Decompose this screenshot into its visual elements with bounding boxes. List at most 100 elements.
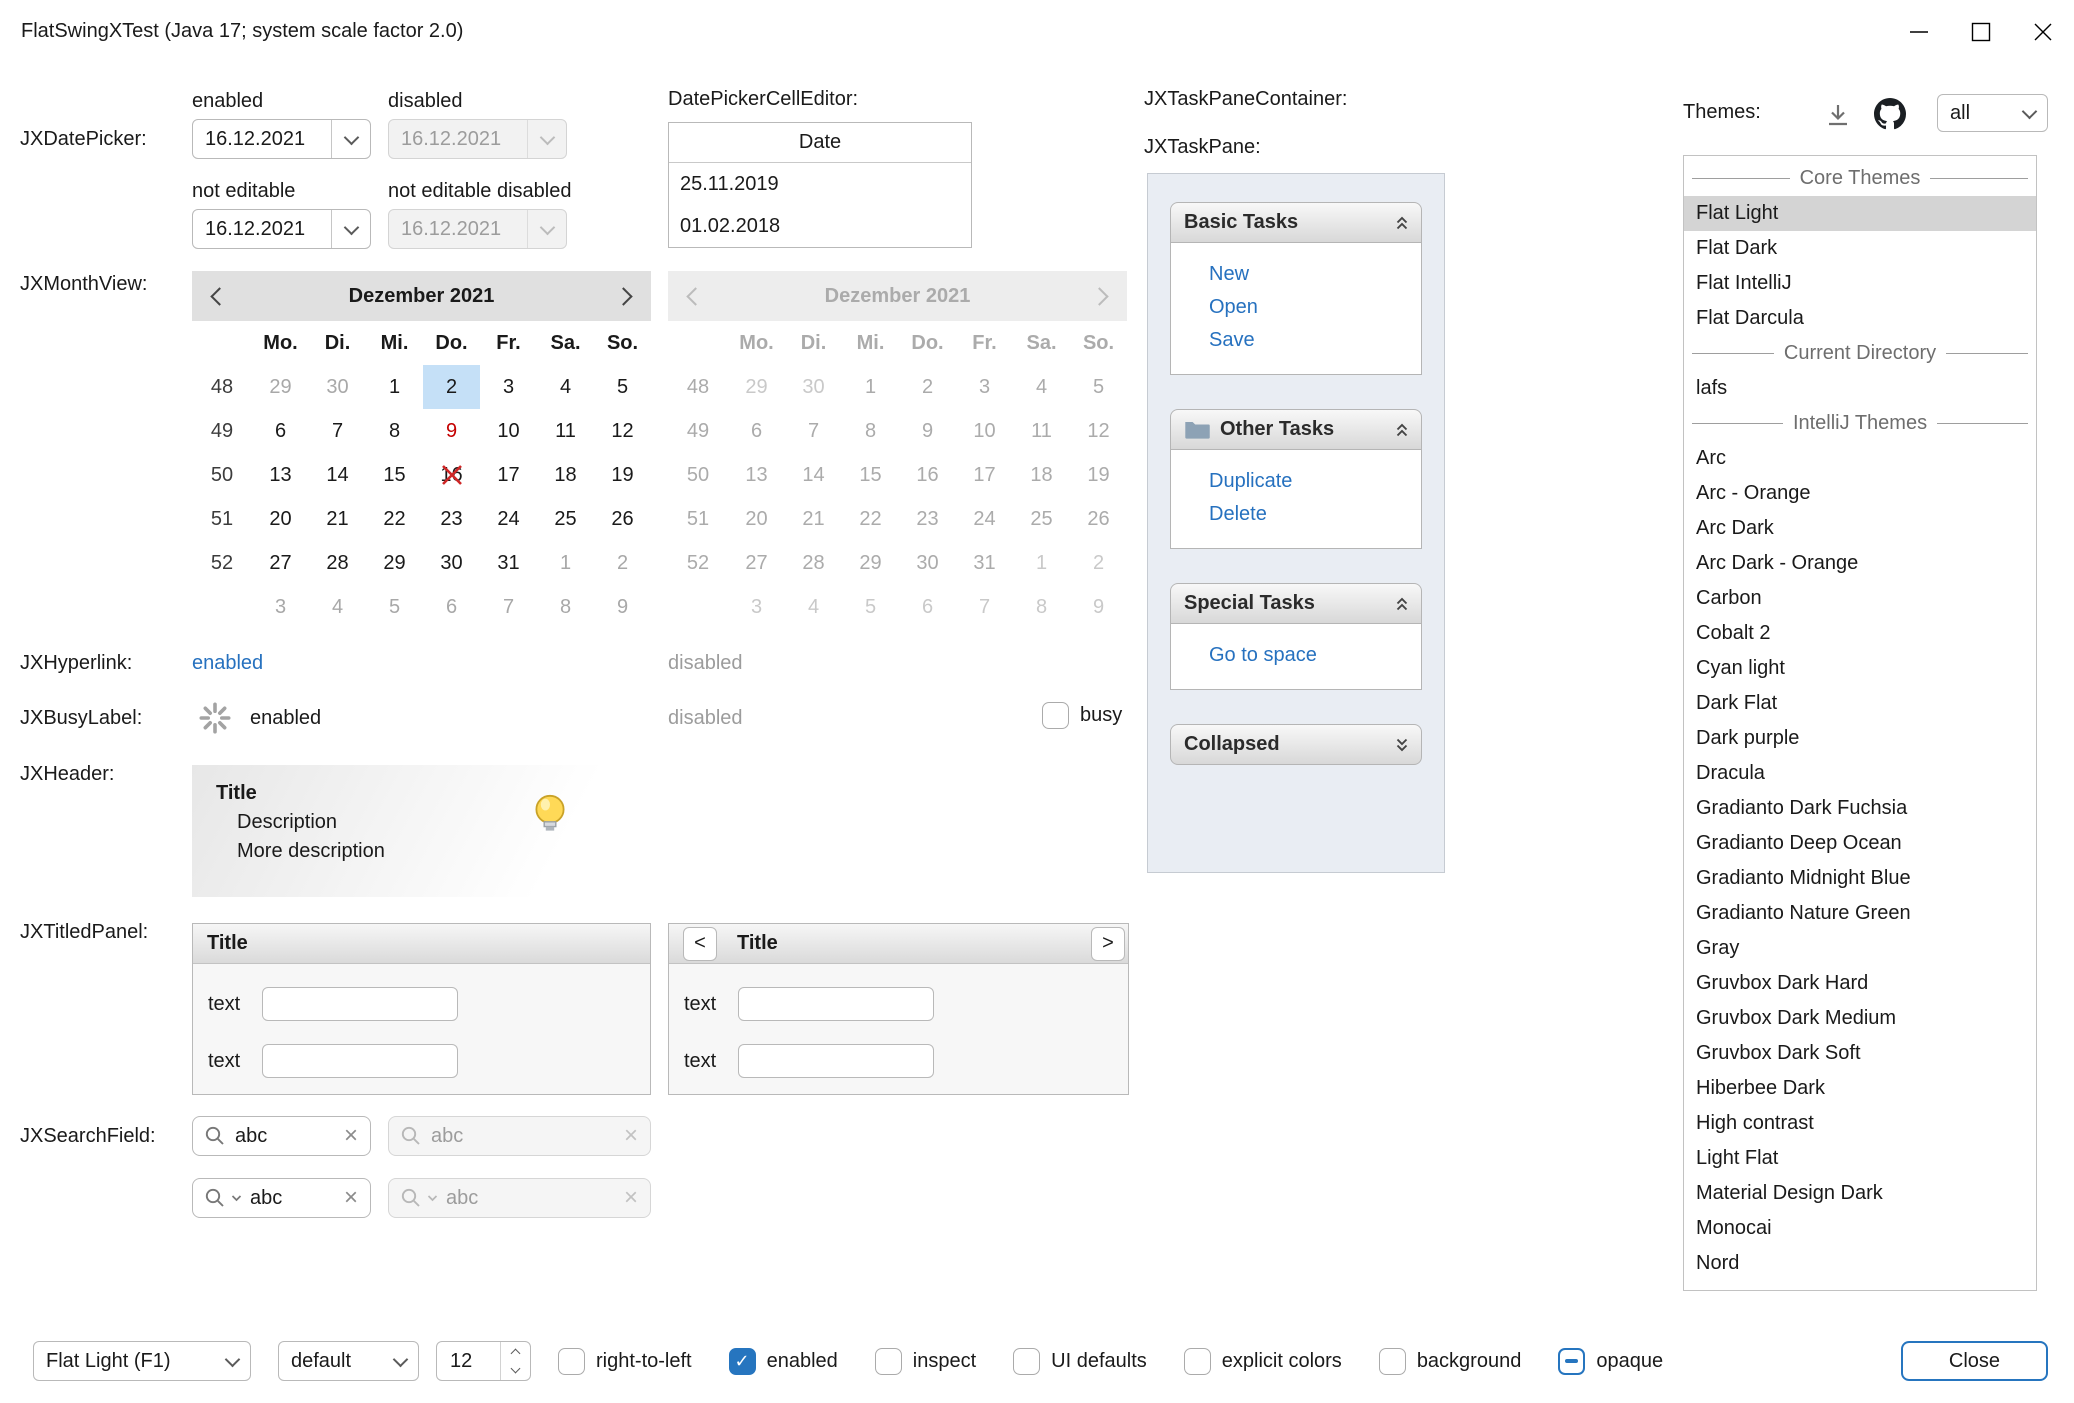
- table-row[interactable]: 25.11.2019: [669, 163, 971, 205]
- theme-list-item[interactable]: Dracula: [1684, 756, 2036, 791]
- calendar-day[interactable]: 29: [252, 365, 309, 409]
- hyperlink-enabled[interactable]: enabled: [192, 650, 263, 676]
- theme-list-item[interactable]: High contrast: [1684, 1106, 2036, 1141]
- calendar-day[interactable]: 1: [537, 541, 594, 585]
- calendar-day[interactable]: 8: [366, 409, 423, 453]
- close-button[interactable]: Close: [1901, 1341, 2048, 1381]
- spinner-up-button[interactable]: [501, 1342, 530, 1361]
- theme-list-item[interactable]: Dark Flat: [1684, 686, 2036, 721]
- taskpane-link[interactable]: Save: [1209, 329, 1411, 352]
- calendar-day[interactable]: 5: [366, 585, 423, 629]
- minimize-button[interactable]: [1888, 0, 1950, 63]
- datepicker-field[interactable]: 16.12.2021: [192, 209, 371, 249]
- maximize-button[interactable]: [1950, 0, 2012, 63]
- taskpane-link[interactable]: Delete: [1209, 503, 1411, 526]
- calendar-day[interactable]: 17: [480, 453, 537, 497]
- theme-list-item[interactable]: Gradianto Deep Ocean: [1684, 826, 2036, 861]
- theme-list-item[interactable]: Arc - Orange: [1684, 476, 2036, 511]
- theme-list-item[interactable]: Gruvbox Dark Hard: [1684, 966, 2036, 1001]
- calendar-day[interactable]: 6: [252, 409, 309, 453]
- calendar-day[interactable]: 23: [423, 497, 480, 541]
- checkbox-background[interactable]: background: [1379, 1348, 1522, 1375]
- calendar-day[interactable]: 4: [309, 585, 366, 629]
- calendar-day[interactable]: 8: [537, 585, 594, 629]
- theme-list-item[interactable]: Flat Darcula: [1684, 301, 2036, 336]
- calendar-day[interactable]: 15: [366, 453, 423, 497]
- clear-icon[interactable]: ×: [344, 1186, 358, 1210]
- calendar-day[interactable]: 18: [537, 453, 594, 497]
- theme-filter-combobox[interactable]: all: [1937, 94, 2048, 132]
- taskpane-link[interactable]: Go to space: [1209, 644, 1411, 667]
- checkbox-enabled[interactable]: ✓enabled: [729, 1348, 838, 1375]
- taskpane-link[interactable]: Open: [1209, 296, 1411, 319]
- github-icon[interactable]: [1874, 98, 1906, 130]
- calendar-day[interactable]: 6: [423, 585, 480, 629]
- theme-list-item[interactable]: Gradianto Dark Fuchsia: [1684, 791, 2036, 826]
- theme-list-item[interactable]: lafs: [1684, 371, 2036, 406]
- calendar-day[interactable]: 13: [252, 453, 309, 497]
- calendar-day[interactable]: 28: [309, 541, 366, 585]
- calendar-prev-button[interactable]: [192, 271, 244, 321]
- calendar-day[interactable]: 14: [309, 453, 366, 497]
- theme-list-item[interactable]: Cyan light: [1684, 651, 2036, 686]
- calendar-day[interactable]: 20: [252, 497, 309, 541]
- calendar-day[interactable]: 24: [480, 497, 537, 541]
- theme-list-item[interactable]: Flat Dark: [1684, 231, 2036, 266]
- checkbox-opaque[interactable]: opaque: [1558, 1348, 1663, 1375]
- calendar-day[interactable]: 12: [594, 409, 651, 453]
- theme-list-item[interactable]: Gradianto Nature Green: [1684, 896, 2036, 931]
- text-input[interactable]: [738, 1044, 934, 1078]
- text-input[interactable]: [262, 987, 458, 1021]
- calendar-day[interactable]: 16: [423, 453, 480, 497]
- calendar-day[interactable]: 30: [423, 541, 480, 585]
- laf-combobox[interactable]: Flat Light (F1): [33, 1341, 251, 1381]
- spinner-down-button[interactable]: [501, 1361, 530, 1380]
- calendar-day[interactable]: 22: [366, 497, 423, 541]
- titled-panel-right-button[interactable]: >: [1091, 927, 1125, 961]
- clear-icon[interactable]: ×: [344, 1124, 358, 1148]
- theme-list-item[interactable]: Dark purple: [1684, 721, 2036, 756]
- checkbox-right-to-left[interactable]: right-to-left: [558, 1348, 692, 1375]
- calendar-next-button[interactable]: [599, 271, 651, 321]
- download-icon[interactable]: [1823, 100, 1853, 130]
- calendar-day[interactable]: 11: [537, 409, 594, 453]
- theme-list-item[interactable]: Arc: [1684, 441, 2036, 476]
- datepicker-dropdown-button[interactable]: [331, 120, 370, 158]
- calendar-day[interactable]: 30: [309, 365, 366, 409]
- calendar-day[interactable]: 3: [480, 365, 537, 409]
- calendar-day[interactable]: 5: [594, 365, 651, 409]
- theme-list-item[interactable]: Monocai: [1684, 1211, 2036, 1246]
- calendar-day[interactable]: 1: [366, 365, 423, 409]
- font-combobox[interactable]: default: [278, 1341, 419, 1381]
- text-input[interactable]: [262, 1044, 458, 1078]
- calendar-day[interactable]: 7: [480, 585, 537, 629]
- titled-panel-left-button[interactable]: <: [683, 927, 717, 961]
- search-field[interactable]: abc×: [192, 1116, 371, 1156]
- calendar-day[interactable]: 2: [594, 541, 651, 585]
- datepicker-dropdown-button[interactable]: [331, 210, 370, 248]
- theme-list-item[interactable]: Flat IntelliJ: [1684, 266, 2036, 301]
- taskpane-title-bar[interactable]: Other Tasks: [1170, 409, 1422, 450]
- theme-list-item[interactable]: Hiberbee Dark: [1684, 1071, 2036, 1106]
- theme-list-item[interactable]: Gruvbox Dark Medium: [1684, 1001, 2036, 1036]
- theme-list-item[interactable]: Gruvbox Dark Soft: [1684, 1036, 2036, 1071]
- theme-list-item[interactable]: Arc Dark - Orange: [1684, 546, 2036, 581]
- calendar-day[interactable]: 25: [537, 497, 594, 541]
- calendar-day[interactable]: 31: [480, 541, 537, 585]
- theme-list-item[interactable]: Flat Light: [1684, 196, 2036, 231]
- calendar-day[interactable]: 2: [423, 365, 480, 409]
- checkbox-inspect[interactable]: inspect: [875, 1348, 976, 1375]
- datepicker-field[interactable]: 16.12.2021: [192, 119, 371, 159]
- calendar-day[interactable]: 27: [252, 541, 309, 585]
- font-size-spinner[interactable]: 12: [436, 1341, 531, 1381]
- calendar-day[interactable]: 21: [309, 497, 366, 541]
- search-field[interactable]: abc×: [192, 1178, 371, 1218]
- table-row[interactable]: 01.02.2018: [669, 205, 971, 247]
- theme-list-item[interactable]: Gradianto Midnight Blue: [1684, 861, 2036, 896]
- text-input[interactable]: [738, 987, 934, 1021]
- calendar-day[interactable]: 7: [309, 409, 366, 453]
- calendar-day[interactable]: 9: [423, 409, 480, 453]
- taskpane-link[interactable]: New: [1209, 263, 1411, 286]
- calendar-day[interactable]: 10: [480, 409, 537, 453]
- theme-list-item[interactable]: Light Flat: [1684, 1141, 2036, 1176]
